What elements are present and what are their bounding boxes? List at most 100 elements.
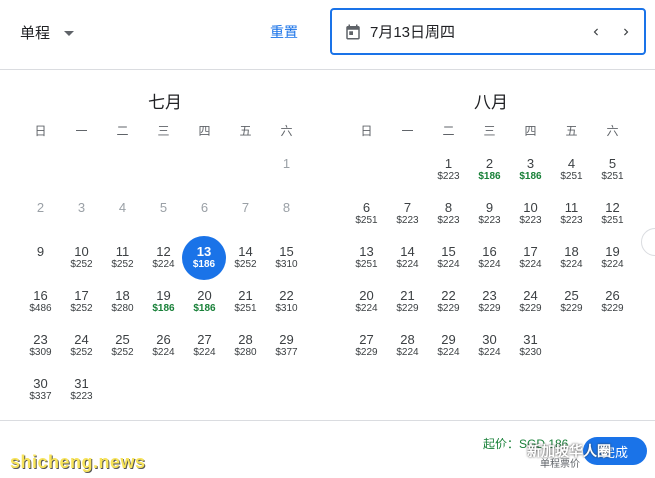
day-cell[interactable]: 24 $252	[61, 330, 102, 374]
day-cell[interactable]: 20 $224	[346, 286, 387, 330]
day-cell[interactable]: 12 $224	[143, 242, 184, 286]
day-cell[interactable]: 9	[20, 242, 61, 286]
weekday: 五	[565, 124, 578, 138]
day-cell[interactable]: 21 $251	[225, 286, 266, 330]
day-cell[interactable]: 28 $280	[225, 330, 266, 374]
empty-cell	[20, 154, 61, 198]
day-cell[interactable]: 7 $223	[387, 198, 428, 242]
day-cell[interactable]: 17 $252	[61, 286, 102, 330]
day-cell[interactable]: 20 $186	[184, 286, 225, 330]
next-date-button[interactable]	[614, 20, 638, 44]
day-price: $186	[192, 259, 216, 270]
day-cell[interactable]: 17 $224	[510, 242, 551, 286]
day-cell[interactable]: 25 $229	[551, 286, 592, 330]
day-cell[interactable]: 26 $229	[592, 286, 633, 330]
day-cell[interactable]: 11 $223	[551, 198, 592, 242]
day-cell[interactable]: 27 $229	[346, 330, 387, 374]
day-cell[interactable]: 11 $252	[102, 242, 143, 286]
day-cell[interactable]: 31 $230	[510, 330, 551, 374]
reset-button[interactable]: 重置	[270, 22, 298, 42]
day-number: 31	[74, 376, 89, 391]
day-number: 28	[400, 332, 415, 347]
day-number: 17	[74, 288, 89, 303]
day-price: $224	[396, 259, 419, 270]
day-cell[interactable]: 15 $224	[428, 242, 469, 286]
weekday: 四	[524, 124, 537, 138]
day-price: $229	[560, 303, 583, 314]
day-cell[interactable]: 31 $223	[61, 374, 102, 418]
day-number: 22	[279, 288, 294, 303]
day-cell[interactable]: 27 $224	[184, 330, 225, 374]
day-cell[interactable]: 19 $224	[592, 242, 633, 286]
day-cell[interactable]: 2 $186	[469, 154, 510, 198]
day-cell[interactable]: 25 $252	[102, 330, 143, 374]
day-number: 18	[115, 288, 130, 303]
weekday: 日	[34, 124, 47, 138]
trip-type-select[interactable]: 单程	[20, 22, 75, 43]
top-bar: 单程 重置 7月13日周四	[0, 0, 655, 70]
day-cell[interactable]: 30 $224	[469, 330, 510, 374]
day-cell[interactable]: 8 $223	[428, 198, 469, 242]
day-cell[interactable]: 16 $486	[20, 286, 61, 330]
prev-date-button[interactable]	[584, 20, 608, 44]
day-number: 15	[441, 244, 456, 259]
day-cell[interactable]: 4 $251	[551, 154, 592, 198]
day-cell[interactable]: 19 $186	[143, 286, 184, 330]
day-cell[interactable]: 23 $309	[20, 330, 61, 374]
day-cell[interactable]: 23 $229	[469, 286, 510, 330]
day-number: 8	[282, 200, 291, 215]
day-price: $224	[601, 259, 624, 270]
day-number: 20	[197, 288, 212, 303]
day-cell: 2	[20, 198, 61, 242]
day-cell[interactable]: 12 $251	[592, 198, 633, 242]
day-number: 6	[200, 200, 209, 215]
day-cell[interactable]: 10 $252	[61, 242, 102, 286]
day-cell[interactable]: 15 $310	[266, 242, 307, 286]
month-july: 七月 日 一 二 三 四 五 六 1 2 3 4 5 6 7 8 9 10 $252 11 $252 12…	[20, 88, 310, 418]
day-number: 18	[564, 244, 579, 259]
day-cell[interactable]: 9 $223	[469, 198, 510, 242]
empty-cell	[61, 154, 102, 198]
day-cell[interactable]: 5 $251	[592, 154, 633, 198]
day-cell[interactable]: 16 $224	[469, 242, 510, 286]
day-number: 5	[608, 156, 617, 171]
weekday: 三	[483, 124, 496, 138]
weekday: 二	[442, 124, 455, 138]
day-price: $223	[560, 215, 583, 226]
day-cell[interactable]: 1 $223	[428, 154, 469, 198]
day-cell[interactable]: 22 $229	[428, 286, 469, 330]
selected-day-cell[interactable]: 13 $186	[182, 236, 226, 280]
day-number: 12	[156, 244, 171, 259]
day-cell[interactable]: 13 $251	[346, 242, 387, 286]
day-cell[interactable]: 18 $280	[102, 286, 143, 330]
departure-date-field[interactable]: 7月13日周四	[330, 8, 646, 55]
day-cell[interactable]: 26 $224	[143, 330, 184, 374]
empty-cell	[143, 154, 184, 198]
day-price: $229	[396, 303, 419, 314]
day-price: $224	[355, 303, 378, 314]
day-cell[interactable]: 30 $337	[20, 374, 61, 418]
day-price: $229	[601, 303, 624, 314]
day-cell[interactable]: 6 $251	[346, 198, 387, 242]
day-cell[interactable]: 3 $186	[510, 154, 551, 198]
day-cell[interactable]: 22 $310	[266, 286, 307, 330]
day-price: $310	[275, 259, 298, 270]
day-cell[interactable]: 28 $224	[387, 330, 428, 374]
day-number: 1	[282, 156, 291, 171]
day-cell[interactable]: 14 $224	[387, 242, 428, 286]
day-cell[interactable]: 29 $224	[428, 330, 469, 374]
day-cell[interactable]: 24 $229	[510, 286, 551, 330]
day-price: $280	[111, 303, 134, 314]
day-cell[interactable]: 10 $223	[510, 198, 551, 242]
watermark-left: shicheng.news	[10, 452, 146, 472]
day-number: 19	[156, 288, 171, 303]
day-cell[interactable]: 21 $229	[387, 286, 428, 330]
date-value: 7月13日周四	[370, 24, 456, 41]
day-price: $186	[193, 303, 216, 314]
next-month-button[interactable]	[641, 228, 655, 256]
day-cell[interactable]: 29 $377	[266, 330, 307, 374]
day-number: 2	[36, 200, 45, 215]
day-cell[interactable]: 14 $252	[225, 242, 266, 286]
day-cell[interactable]: 18 $224	[551, 242, 592, 286]
day-number: 12	[605, 200, 620, 215]
